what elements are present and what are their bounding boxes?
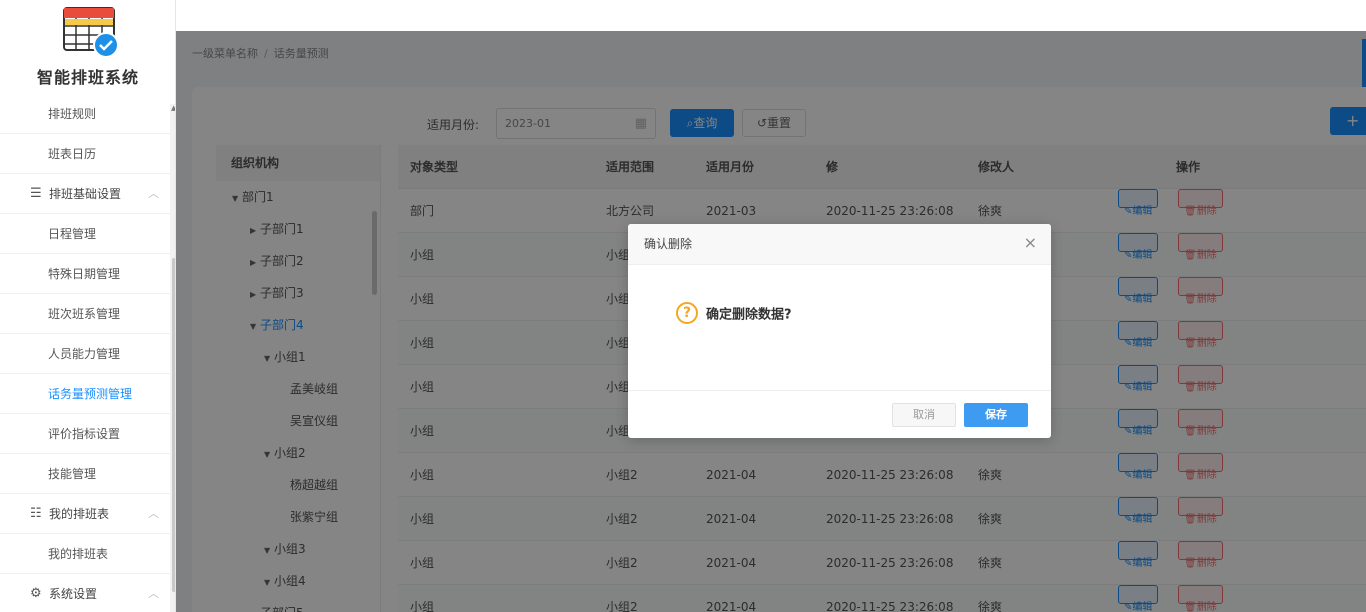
sidebar-item-label: 我的排班表 <box>48 547 109 561</box>
chevron-up-icon: ︿ <box>148 507 159 520</box>
list-check-icon: ☷ <box>30 506 42 521</box>
cancel-button[interactable]: 取消 <box>892 403 956 427</box>
sidebar-item-staff-ability[interactable]: 人员能力管理 <box>0 334 170 374</box>
sidebar-item-agenda[interactable]: 日程管理 <box>0 214 170 254</box>
sidebar-item-scheduling-rules[interactable]: 排班规则 <box>0 94 170 134</box>
dialog-footer: 取消 保存 <box>628 390 1051 438</box>
question-icon: ? <box>676 302 698 324</box>
sidebar-item-special-dates[interactable]: 特殊日期管理 <box>0 254 170 294</box>
top-bar <box>176 0 1366 31</box>
sidebar-item-label: 特殊日期管理 <box>48 267 121 281</box>
calendar-logo-icon <box>63 7 119 58</box>
sidebar-item-evaluation-metrics[interactable]: 评价指标设置 <box>0 414 170 454</box>
save-button[interactable]: 保存 <box>964 403 1028 427</box>
sidebar-item-skills[interactable]: 技能管理 <box>0 454 170 494</box>
sidebar-item-traffic-forecast[interactable]: 话务量预测管理 <box>0 374 170 414</box>
chevron-up-icon: ︿ <box>148 187 159 200</box>
sidebar-item-label: 技能管理 <box>48 467 97 481</box>
sidebar-item-label: 话务量预测管理 <box>48 387 133 401</box>
dialog-message: 确定删除数据? <box>706 307 792 323</box>
dialog-title: 确认删除 <box>628 224 1051 265</box>
sidebar-group-system-settings[interactable]: ⚙ 系统设置 ︿ <box>0 574 170 612</box>
sidebar-item-label: 班次班系管理 <box>48 307 121 321</box>
confirm-delete-dialog: 确认删除 × ? 确定删除数据? 取消 保存 <box>628 224 1051 438</box>
gear-icon: ⚙ <box>30 586 42 601</box>
sidebar-group-label: 我的排班表 <box>49 507 110 521</box>
sidebar-item-label: 班表日历 <box>48 147 97 161</box>
close-icon[interactable]: × <box>1024 234 1037 252</box>
dialog-body: ? 确定删除数据? <box>676 302 792 324</box>
sidebar-group-basic-settings[interactable]: ☰ 排班基础设置 ︿ <box>0 174 170 214</box>
sidebar-item-my-schedule[interactable]: 我的排班表 <box>0 534 170 574</box>
sidebar-item-schedule-calendar[interactable]: 班表日历 <box>0 134 170 174</box>
chevron-up-icon: ︿ <box>148 587 159 600</box>
sidebar-group-my-schedule[interactable]: ☷ 我的排班表 ︿ <box>0 494 170 534</box>
sidebar-item-shift-management[interactable]: 班次班系管理 <box>0 294 170 334</box>
sidebar-group-label: 排班基础设置 <box>49 187 122 201</box>
menu-lines-icon: ☰ <box>30 186 42 201</box>
app-title: 智能排班系统 <box>36 68 139 87</box>
sidebar-item-label: 日程管理 <box>48 227 97 241</box>
sidebar-item-label: 评价指标设置 <box>48 427 121 441</box>
sidebar-item-label: 排班规则 <box>48 107 97 121</box>
sidebar-menu: 排班规则 班表日历 ☰ 排班基础设置 ︿ 日程管理 特殊日期管理 班次班系管理 … <box>0 94 170 612</box>
sidebar: 智能排班系统 排班规则 班表日历 ☰ 排班基础设置 ︿ 日程管理 特殊日期管理 … <box>0 0 176 612</box>
sidebar-item-label: 人员能力管理 <box>48 347 121 361</box>
sidebar-group-label: 系统设置 <box>49 587 98 601</box>
